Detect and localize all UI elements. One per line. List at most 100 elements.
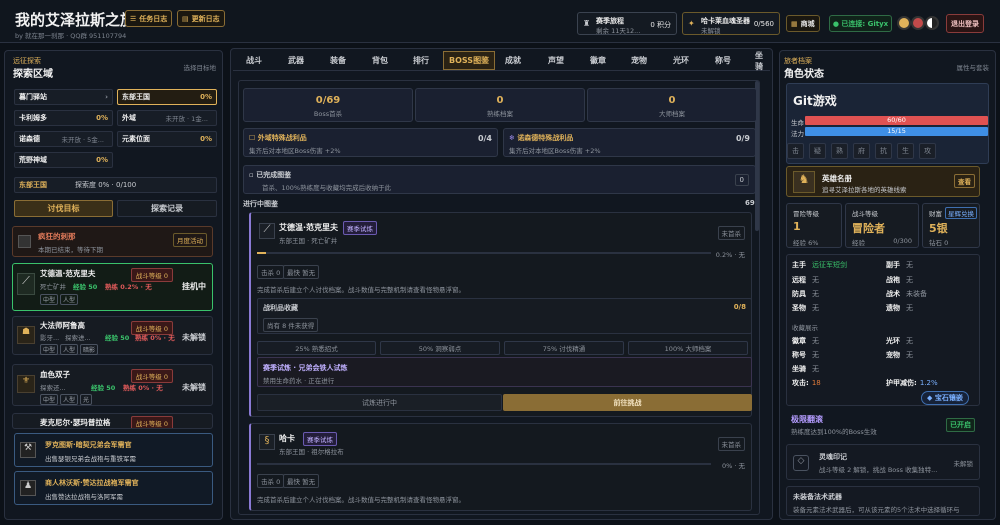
skill-slot-5[interactable]: 生 (897, 143, 914, 159)
skill-slot-2[interactable]: 熟 (831, 143, 848, 159)
season-trial-badge: 赛季试炼 (343, 221, 377, 235)
tab-badge[interactable]: 徽章 (590, 51, 606, 70)
tab-boss[interactable]: BOSS图鉴 (443, 51, 496, 70)
tab-title[interactable]: 称号 (715, 51, 731, 70)
relic-icon: ✦ (688, 19, 695, 28)
stat-master: 0 大师档案 (587, 88, 757, 122)
shop-icon: ▦ (791, 19, 798, 28)
tab-combat[interactable]: 战斗 (246, 51, 262, 70)
ultimate-title: 极限翻滚 (791, 415, 823, 424)
ultimate-sub: 熟练度达到100%的Boss生效 (791, 428, 877, 436)
skill-slot-6[interactable]: 攻 (919, 143, 936, 159)
choose-target-link[interactable]: 选择目标地 (184, 62, 217, 72)
tab-equip[interactable]: 装备 (330, 51, 346, 70)
tab-rank[interactable]: 排行 (413, 51, 429, 70)
view-button[interactable]: 查看 (954, 174, 975, 188)
challenge-button[interactable]: 前往挑战 (503, 394, 752, 411)
hp-bar: 60/60 (805, 116, 988, 125)
hakkar-relic[interactable]: ✦ 哈卡莱血魂圣器 未解锁 0/560 (682, 12, 780, 35)
mage-icon: ☗ (17, 326, 35, 344)
event-card[interactable]: 疯狂的刺那 本期已结束，等待下期 月度活动 (12, 226, 213, 257)
stat-firstkill: 0/69 Boss首杀 (243, 88, 413, 122)
trial-progress-button[interactable]: 试炼进行中 (257, 394, 502, 411)
completed-archive[interactable]: ▫ 已完成图鉴 首杀、100%熟练度与收藏均完成后收纳于此 0 (243, 165, 756, 194)
loot-collection: 战利品收藏 0/8 尚有 8 件未获得 (257, 298, 752, 334)
trial-box: 赛季试炼 · 兄弟会铁人试炼 禁用生命药水 · 正在进行 (257, 357, 752, 387)
collection-label: 收藏展示 (792, 324, 818, 332)
skill-slot-3[interactable]: 府 (853, 143, 870, 159)
gem-socket-button[interactable]: ◆ 宝石镶嵌 (921, 391, 969, 405)
wealth: 财富 星辉兑换 5银 钻石 0 (922, 203, 980, 248)
task-log-button[interactable]: ☰ 任务日志 (125, 10, 173, 27)
progress-track (257, 252, 711, 254)
merchant-icon: ♟ (20, 480, 36, 496)
main-tabs: 战斗 武器 装备 背包 排行 BOSS图鉴 成就 声望 徽章 宠物 光环 称号 … (233, 51, 770, 71)
quest-card-1[interactable]: ♟ 商人林沃斯·赞达拉战袍军需官 出售赞达拉战袍与洛阿军需 (14, 471, 213, 505)
skill-slot-1[interactable]: 疑 (809, 143, 826, 159)
monster-card-3[interactable]: 麦克尼尔·瑟玛普拉格 战斗等级 0 (12, 413, 213, 429)
milestone-50: 50% 洞察弱点 (380, 341, 500, 355)
quest-card-0[interactable]: ⚒ 罗克图斯·暗契兄弟会军需官 出售瑟银兄弟会战袍与重铁军需 (14, 433, 213, 467)
season-journey[interactable]: ♜ 赛季旅程 剩余 11天12... 0 积分 (577, 12, 677, 35)
progress-fill (257, 252, 267, 254)
zone-item-2[interactable]: 卡利姆多 0% (14, 110, 113, 126)
stat-mastery: 0 熟练档案 (415, 88, 585, 122)
milestone-75: 75% 讨伐精通 (504, 341, 624, 355)
theme-contrast-icon[interactable] (925, 16, 939, 30)
trophy-icon: ♜ (583, 19, 591, 28)
monster-card-1[interactable]: ☗ 大法师阿鲁高 战斗等级 0 影牙... 探索进... 经验 50 熟练 0%… (12, 316, 213, 355)
char-title: 角色状态 (784, 69, 824, 80)
zone-item-1[interactable]: 东部王国 0% (117, 89, 217, 105)
monster-card-0[interactable]: ⟋ 艾德温·范克里夫 战斗等级 0 死亡矿井 经验 50 熟练 0.2% · 无… (12, 263, 213, 311)
tab-weapon[interactable]: 武器 (288, 51, 304, 70)
in-progress-label: 进行中图鉴 (243, 200, 278, 208)
boss-card-hakkar: § 哈卡 赛季试炼 东部王国 · 祖尔格拉布 未首杀 0% · 无 击杀 0 最… (249, 423, 752, 511)
update-log-button[interactable]: ▤ 更新日志 (177, 10, 225, 27)
event-icon (18, 235, 31, 248)
zone-item-4[interactable]: 诺森德 未开放 · 5金... (14, 131, 113, 147)
sword-icon: ⟋ (17, 273, 35, 295)
hero-roster-card[interactable]: ♞ 英雄名册 追寻艾泽拉斯各地的英雄线索 查看 (786, 166, 980, 197)
theme-red-icon[interactable] (911, 16, 925, 30)
equip-mainhand[interactable]: 远征军短剑 (812, 261, 847, 269)
spell-weapon[interactable]: 未装备法术武器 装备元素法术武器后，可从该元素的5个法术中选择循环与 (786, 486, 980, 516)
tab-reputation[interactable]: 声望 (548, 51, 564, 70)
ultimate-state[interactable]: 已开启 (946, 418, 975, 432)
zone-item-5[interactable]: 元素位面 0% (117, 131, 217, 147)
hero-portrait-icon: ♞ (793, 171, 815, 193)
diamond-icon: ◇ (793, 455, 809, 471)
tab-bag[interactable]: 背包 (372, 51, 388, 70)
adventure-level: 冒险等级 1 经验 6% (786, 203, 842, 248)
theme-gold-icon[interactable] (897, 16, 911, 30)
zone-item-3[interactable]: 外域 未开放 · 1金... (117, 110, 217, 126)
skill-slot-4[interactable]: 抗 (875, 143, 892, 159)
tab-hunt-targets[interactable]: 讨伐目标 (14, 200, 113, 217)
milestone-25: 25% 熟悉招式 (257, 341, 376, 355)
milestone-100: 100% 大师档案 (628, 341, 748, 355)
skill-slot-0[interactable]: 击 (787, 143, 804, 159)
app-subtitle: by 就在那一刹那 · QQ群 951107794 (15, 32, 127, 40)
shop-button[interactable]: ▦ 商城 (786, 15, 820, 32)
zone-item-6[interactable]: 荒野神域 0% (14, 152, 113, 168)
tab-explore-records[interactable]: 探索记录 (117, 200, 217, 217)
explore-title: 探索区域 (13, 69, 53, 80)
tab-mount[interactable]: 坐骑 (755, 51, 770, 71)
combat-level: 战斗等级 冒险者 经验 0/300 (845, 203, 919, 248)
monster-card-2[interactable]: ⚜ 血色双子 战斗等级 0 探索还... 经验 50 熟练 0% · 无 中型人… (12, 364, 213, 406)
tab-aura[interactable]: 光环 (673, 51, 689, 70)
zone-item-0[interactable]: 暮门驿站 › (14, 89, 113, 105)
soul-mark[interactable]: ◇ 灵魂印记 战斗等级 2 解锁，挑战 Boss 收集独特... 未解锁 (786, 444, 980, 480)
serpent-icon: § (259, 434, 275, 450)
track-northrend: ❄ 诺森德特殊战利品 集齐后对本地区Boss伤害 +2% 0/9 (503, 128, 756, 157)
scroll-icon: ☰ (130, 14, 137, 23)
top-bar: 我的艾泽拉斯之旅 by 就在那一刹那 · QQ群 951107794 ☰ 任务日志… (0, 0, 1000, 43)
tab-pet[interactable]: 宠物 (631, 51, 647, 70)
star-exchange-button[interactable]: 星辉兑换 (945, 207, 977, 219)
app-title: 我的艾泽拉斯之旅 (15, 11, 136, 29)
mp-bar: 15/15 (805, 127, 988, 136)
tab-achieve[interactable]: 成就 (505, 51, 521, 70)
attributes-link[interactable]: 属性与套装 (957, 62, 990, 72)
progress-track (257, 463, 711, 465)
logout-button[interactable]: 退出登录 (946, 14, 984, 33)
in-progress-count: 69 (745, 199, 755, 207)
